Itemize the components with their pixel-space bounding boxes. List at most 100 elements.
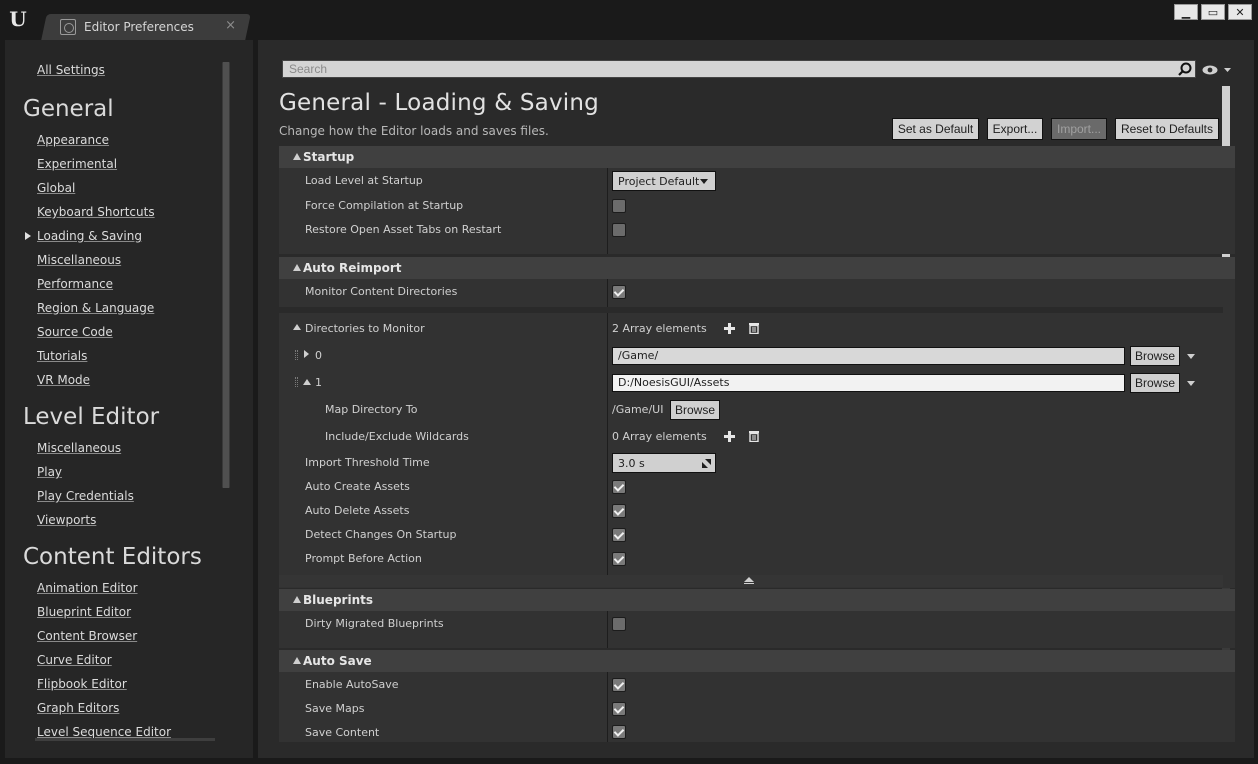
directory-1-index: 1 bbox=[315, 376, 322, 389]
auto-save-header[interactable]: Auto Save bbox=[279, 650, 1235, 672]
sidebar-item-flipbook-editor[interactable]: Flipbook Editor bbox=[37, 677, 127, 691]
sidebar-item-appearance[interactable]: Appearance bbox=[37, 133, 109, 147]
dirty-blueprints-label: Dirty Migrated Blueprints bbox=[305, 617, 444, 630]
restore-tabs-checkbox[interactable] bbox=[612, 223, 626, 237]
title-bar: U Editor Preferences × ▁ ▭ ✕ bbox=[0, 0, 1258, 40]
close-window-button[interactable]: ✕ bbox=[1228, 4, 1252, 20]
collapse-advanced-icon[interactable] bbox=[744, 577, 754, 582]
tab-close-icon[interactable]: × bbox=[225, 18, 236, 33]
auto-delete-checkbox[interactable] bbox=[612, 504, 626, 518]
drag-handle-icon[interactable] bbox=[295, 377, 298, 387]
add-element-icon[interactable] bbox=[724, 323, 735, 334]
monitor-checkbox[interactable] bbox=[612, 285, 626, 299]
chevron-down-icon[interactable] bbox=[1187, 354, 1195, 359]
directory-1-browse-button[interactable]: Browse bbox=[1130, 373, 1180, 393]
sidebar-item-level-miscellaneous[interactable]: Miscellaneous bbox=[37, 441, 121, 455]
enable-autosave-checkbox[interactable] bbox=[612, 678, 626, 692]
map-directory-browse-button[interactable]: Browse bbox=[670, 400, 720, 420]
expand-element-1-icon[interactable] bbox=[303, 379, 311, 385]
sidebar-item-experimental[interactable]: Experimental bbox=[37, 157, 117, 171]
minimize-button[interactable]: ▁ bbox=[1174, 4, 1198, 20]
auto-create-checkbox[interactable] bbox=[612, 480, 626, 494]
startup-panel: Startup Load Level at Startup Project De… bbox=[279, 146, 1235, 254]
detect-changes-checkbox[interactable] bbox=[612, 528, 626, 542]
blueprints-header[interactable]: Blueprints bbox=[279, 589, 1235, 611]
sidebar-item-blueprint-editor[interactable]: Blueprint Editor bbox=[37, 605, 131, 619]
save-maps-label: Save Maps bbox=[305, 702, 365, 715]
map-directory-row: Map Directory To /Game/UI Browse bbox=[279, 398, 1223, 422]
sidebar-horizontal-scrollbar[interactable] bbox=[35, 738, 215, 741]
view-options-eye-icon[interactable] bbox=[1202, 64, 1232, 76]
auto-save-panel: Auto Save Enable AutoSave Save Maps Save… bbox=[279, 650, 1235, 742]
import-button[interactable]: Import... bbox=[1051, 118, 1107, 140]
load-level-value: Project Default bbox=[618, 174, 700, 188]
auto-create-row: Auto Create Assets bbox=[279, 475, 1223, 499]
sidebar-item-viewports[interactable]: Viewports bbox=[37, 513, 96, 527]
restore-tabs-label: Restore Open Asset Tabs on Restart bbox=[305, 223, 502, 236]
auto-reimport-panel: Auto Reimport Monitor Content Directorie… bbox=[279, 257, 1235, 588]
dirty-blueprints-checkbox[interactable] bbox=[612, 617, 626, 631]
expand-element-0-icon[interactable] bbox=[304, 350, 309, 358]
directory-1-row: 1 D:/NoesisGUI/Assets Browse bbox=[279, 371, 1223, 395]
load-level-label: Load Level at Startup bbox=[305, 174, 423, 187]
sidebar-item-vr-mode[interactable]: VR Mode bbox=[37, 373, 90, 387]
auto-save-title: Auto Save bbox=[303, 654, 372, 668]
editor-preferences-tab[interactable]: Editor Preferences × bbox=[56, 14, 246, 40]
prompt-checkbox[interactable] bbox=[612, 552, 626, 566]
save-content-checkbox[interactable] bbox=[612, 725, 626, 739]
sidebar-item-curve-editor[interactable]: Curve Editor bbox=[37, 653, 112, 667]
sidebar-item-source-code[interactable]: Source Code bbox=[37, 325, 113, 339]
directories-count: 2 Array elements bbox=[612, 322, 707, 335]
threshold-value: 3.0 s bbox=[618, 456, 645, 470]
set-as-default-button[interactable]: Set as Default bbox=[892, 118, 979, 140]
directory-0-index: 0 bbox=[315, 349, 322, 362]
settings-main-panel: Search General - Loading & Saving Change… bbox=[258, 40, 1254, 758]
enable-autosave-label: Enable AutoSave bbox=[305, 678, 399, 691]
sidebar-item-keyboard-shortcuts[interactable]: Keyboard Shortcuts bbox=[37, 205, 155, 219]
sidebar-item-play-credentials[interactable]: Play Credentials bbox=[37, 489, 134, 503]
sidebar-item-graph-editors[interactable]: Graph Editors bbox=[37, 701, 119, 715]
load-level-combo[interactable]: Project Default bbox=[612, 171, 716, 191]
delete-all-icon[interactable] bbox=[749, 322, 759, 334]
sidebar-item-performance[interactable]: Performance bbox=[37, 277, 113, 291]
page-title: General - Loading & Saving bbox=[279, 90, 599, 116]
load-level-row: Load Level at Startup Project Default bbox=[279, 169, 1223, 193]
drag-handle-icon[interactable] bbox=[295, 350, 298, 360]
force-compilation-checkbox[interactable] bbox=[612, 199, 626, 213]
spin-resize-icon bbox=[702, 459, 711, 468]
settings-icon bbox=[60, 19, 76, 35]
sidebar-item-content-browser[interactable]: Content Browser bbox=[37, 629, 137, 643]
sidebar-item-play[interactable]: Play bbox=[37, 465, 62, 479]
sidebar-item-tutorials[interactable]: Tutorials bbox=[37, 349, 87, 363]
maximize-button[interactable]: ▭ bbox=[1201, 4, 1225, 20]
reset-to-defaults-button[interactable]: Reset to Defaults bbox=[1115, 118, 1219, 140]
selected-arrow-icon bbox=[25, 232, 31, 240]
startup-title: Startup bbox=[303, 150, 355, 164]
save-maps-checkbox[interactable] bbox=[612, 702, 626, 716]
sidebar-item-animation-editor[interactable]: Animation Editor bbox=[37, 581, 138, 595]
collapse-advanced-line bbox=[744, 583, 754, 584]
chevron-down-icon[interactable] bbox=[1187, 381, 1195, 386]
directory-0-path-field[interactable]: /Game/ bbox=[612, 347, 1125, 365]
monitor-label: Monitor Content Directories bbox=[305, 285, 458, 298]
sidebar-item-level-sequence-editor[interactable]: Level Sequence Editor bbox=[37, 725, 171, 739]
export-button[interactable]: Export... bbox=[987, 118, 1043, 140]
blueprints-panel: Blueprints Dirty Migrated Blueprints bbox=[279, 589, 1235, 648]
sidebar-item-miscellaneous[interactable]: Miscellaneous bbox=[37, 253, 121, 267]
directory-1-path-field[interactable]: D:/NoesisGUI/Assets bbox=[612, 374, 1125, 392]
sidebar-item-global[interactable]: Global bbox=[37, 181, 75, 195]
save-content-label: Save Content bbox=[305, 726, 380, 739]
search-icon[interactable] bbox=[1178, 62, 1192, 76]
directory-0-browse-button[interactable]: Browse bbox=[1130, 346, 1180, 366]
startup-header[interactable]: Startup bbox=[279, 146, 1235, 168]
delete-all-icon[interactable] bbox=[749, 430, 759, 442]
sidebar-scrollbar[interactable] bbox=[222, 62, 230, 488]
sidebar-all-settings[interactable]: All Settings bbox=[37, 63, 105, 77]
threshold-spinbox[interactable]: 3.0 s bbox=[612, 453, 716, 473]
auto-reimport-header[interactable]: Auto Reimport bbox=[279, 257, 1235, 279]
search-input[interactable]: Search bbox=[282, 60, 1196, 78]
sidebar-item-region-language[interactable]: Region & Language bbox=[37, 301, 154, 315]
sidebar-item-loading-saving[interactable]: Loading & Saving bbox=[37, 229, 142, 243]
add-element-icon[interactable] bbox=[724, 431, 735, 442]
expand-directories-icon[interactable] bbox=[293, 324, 301, 330]
